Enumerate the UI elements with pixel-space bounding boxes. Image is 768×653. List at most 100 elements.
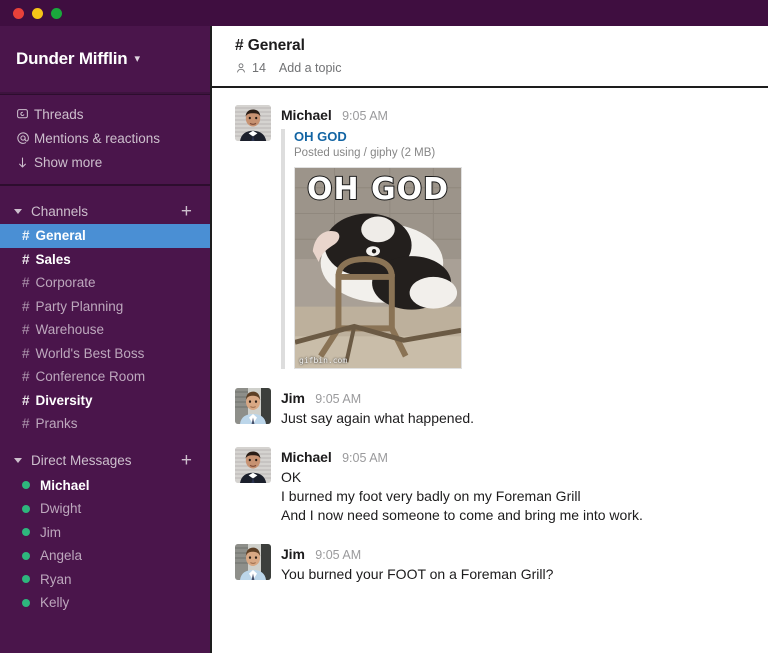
message-text: You burned your FOOT on a Foreman Grill? bbox=[281, 565, 750, 584]
window-close-button[interactable] bbox=[13, 8, 24, 19]
message-text: I burned my foot very badly on my Forema… bbox=[281, 487, 750, 506]
gif-caption: OH GOD bbox=[295, 174, 461, 206]
message-body: Jim 9:05 AM Just say again what happened… bbox=[281, 388, 750, 428]
channels-section-title: Channels bbox=[31, 204, 181, 219]
jim-avatar-image bbox=[235, 544, 271, 580]
presence-online-icon bbox=[22, 505, 30, 513]
workspace-switcher[interactable]: Dunder Mifflin ▾ bbox=[0, 26, 210, 94]
channel-name: General bbox=[248, 37, 305, 54]
avatar[interactable] bbox=[235, 388, 271, 424]
arrow-down-icon bbox=[16, 156, 34, 169]
page-title[interactable]: # General bbox=[235, 37, 768, 55]
message-text: Just say again what happened. bbox=[281, 409, 750, 428]
sidebar-item-threads[interactable]: Threads bbox=[0, 102, 210, 126]
member-count[interactable]: 14 bbox=[252, 61, 266, 75]
message-timestamp: 9:05 AM bbox=[342, 451, 388, 465]
dms-section-title: Direct Messages bbox=[31, 453, 181, 468]
sidebar-item-corporate[interactable]: # Corporate bbox=[0, 271, 210, 295]
message-item: Jim 9:05 AM Just say again what happened… bbox=[212, 383, 768, 433]
channels-section: Channels + # General # Sales # Corporate bbox=[0, 198, 210, 436]
channel-label: Warehouse bbox=[36, 322, 105, 337]
window-minimize-button[interactable] bbox=[32, 8, 43, 19]
message-author[interactable]: Jim bbox=[281, 546, 305, 562]
jim-avatar-image bbox=[235, 388, 271, 424]
message-author[interactable]: Michael bbox=[281, 449, 332, 465]
channel-label: Diversity bbox=[36, 393, 93, 408]
presence-online-icon bbox=[22, 552, 30, 560]
dm-label: Dwight bbox=[40, 501, 81, 516]
add-dm-button[interactable]: + bbox=[181, 453, 196, 468]
message-author[interactable]: Jim bbox=[281, 390, 305, 406]
avatar[interactable] bbox=[235, 544, 271, 580]
sidebar-item-dm-dwight[interactable]: Dwight bbox=[0, 497, 210, 521]
sidebar-item-sales[interactable]: # Sales bbox=[0, 248, 210, 272]
dm-label: Michael bbox=[40, 478, 90, 493]
channel-label: Pranks bbox=[36, 416, 78, 431]
message-body: Jim 9:05 AM You burned your FOOT on a Fo… bbox=[281, 544, 750, 584]
message-item: Michael 9:05 AM OK I burned my foot very… bbox=[212, 442, 768, 530]
dm-list: Michael Dwight Jim Angela bbox=[0, 474, 210, 615]
gif-watermark: gifbin.com bbox=[299, 356, 347, 365]
sidebar-item-diversity[interactable]: # Diversity bbox=[0, 389, 210, 413]
hash-icon: # bbox=[22, 322, 30, 337]
hash-icon: # bbox=[22, 228, 30, 243]
sidebar-item-dm-michael[interactable]: Michael bbox=[0, 474, 210, 498]
message-timestamp: 9:05 AM bbox=[342, 109, 388, 123]
channel-label: World's Best Boss bbox=[36, 346, 145, 361]
sidebar-item-label: Threads bbox=[34, 107, 84, 122]
window-titlebar bbox=[0, 0, 768, 26]
sidebar-item-worlds-best-boss[interactable]: # World's Best Boss bbox=[0, 342, 210, 366]
dm-label: Angela bbox=[40, 548, 82, 563]
hash-icon: # bbox=[22, 393, 30, 408]
sidebar-item-pranks[interactable]: # Pranks bbox=[0, 412, 210, 436]
message-text: OK bbox=[281, 468, 750, 487]
sidebar-item-warehouse[interactable]: # Warehouse bbox=[0, 318, 210, 342]
sidebar-item-label: Show more bbox=[34, 155, 102, 170]
sidebar-item-show-more[interactable]: Show more bbox=[0, 150, 210, 174]
michael-avatar-image bbox=[235, 447, 271, 483]
presence-online-icon bbox=[22, 481, 30, 489]
sidebar-item-mentions[interactable]: Mentions & reactions bbox=[0, 126, 210, 150]
channel-header: # General 14 Add a topic bbox=[212, 26, 768, 88]
channels-section-header[interactable]: Channels + bbox=[0, 198, 210, 224]
main-panel: # General 14 Add a topic bbox=[212, 26, 768, 653]
michael-avatar-image bbox=[235, 105, 271, 141]
hash-icon: # bbox=[22, 252, 30, 267]
add-topic-button[interactable]: Add a topic bbox=[279, 61, 342, 75]
message-item: Jim 9:05 AM You burned your FOOT on a Fo… bbox=[212, 539, 768, 589]
dms-section-header[interactable]: Direct Messages + bbox=[0, 448, 210, 474]
sidebar-item-party-planning[interactable]: # Party Planning bbox=[0, 295, 210, 319]
presence-online-icon bbox=[22, 575, 30, 583]
message-author[interactable]: Michael bbox=[281, 107, 332, 123]
workspace-name: Dunder Mifflin bbox=[16, 49, 127, 69]
attachment-image[interactable]: OH GOD gifbin.com bbox=[294, 167, 462, 369]
window-maximize-button[interactable] bbox=[51, 8, 62, 19]
giphy-attachment: OH GOD Posted using / giphy (2 MB) bbox=[281, 129, 750, 369]
sidebar-item-conference-room[interactable]: # Conference Room bbox=[0, 365, 210, 389]
sidebar-item-dm-ryan[interactable]: Ryan bbox=[0, 568, 210, 592]
presence-online-icon bbox=[22, 528, 30, 536]
sidebar-item-general[interactable]: # General bbox=[0, 224, 210, 248]
add-channel-button[interactable]: + bbox=[181, 204, 196, 219]
triangle-down-icon[interactable] bbox=[14, 209, 22, 214]
hash-icon: # bbox=[22, 346, 30, 361]
threads-icon bbox=[16, 108, 34, 121]
hash-icon: # bbox=[235, 37, 244, 54]
dm-label: Jim bbox=[40, 525, 61, 540]
avatar[interactable] bbox=[235, 105, 271, 141]
sidebar-item-dm-angela[interactable]: Angela bbox=[0, 544, 210, 568]
at-mention-icon bbox=[16, 131, 34, 145]
channel-list: # General # Sales # Corporate # Party Pl… bbox=[0, 224, 210, 436]
avatar[interactable] bbox=[235, 447, 271, 483]
sidebar-item-dm-jim[interactable]: Jim bbox=[0, 521, 210, 545]
dm-label: Kelly bbox=[40, 595, 69, 610]
message-timestamp: 9:05 AM bbox=[315, 392, 361, 406]
attachment-title-link[interactable]: OH GOD bbox=[294, 129, 750, 145]
presence-online-icon bbox=[22, 599, 30, 607]
channel-label: Conference Room bbox=[36, 369, 146, 384]
message-header: Michael 9:05 AM bbox=[281, 448, 750, 467]
triangle-down-icon[interactable] bbox=[14, 458, 22, 463]
hash-icon: # bbox=[22, 416, 30, 431]
sidebar-item-dm-kelly[interactable]: Kelly bbox=[0, 591, 210, 615]
message-header: Michael 9:05 AM bbox=[281, 106, 750, 125]
